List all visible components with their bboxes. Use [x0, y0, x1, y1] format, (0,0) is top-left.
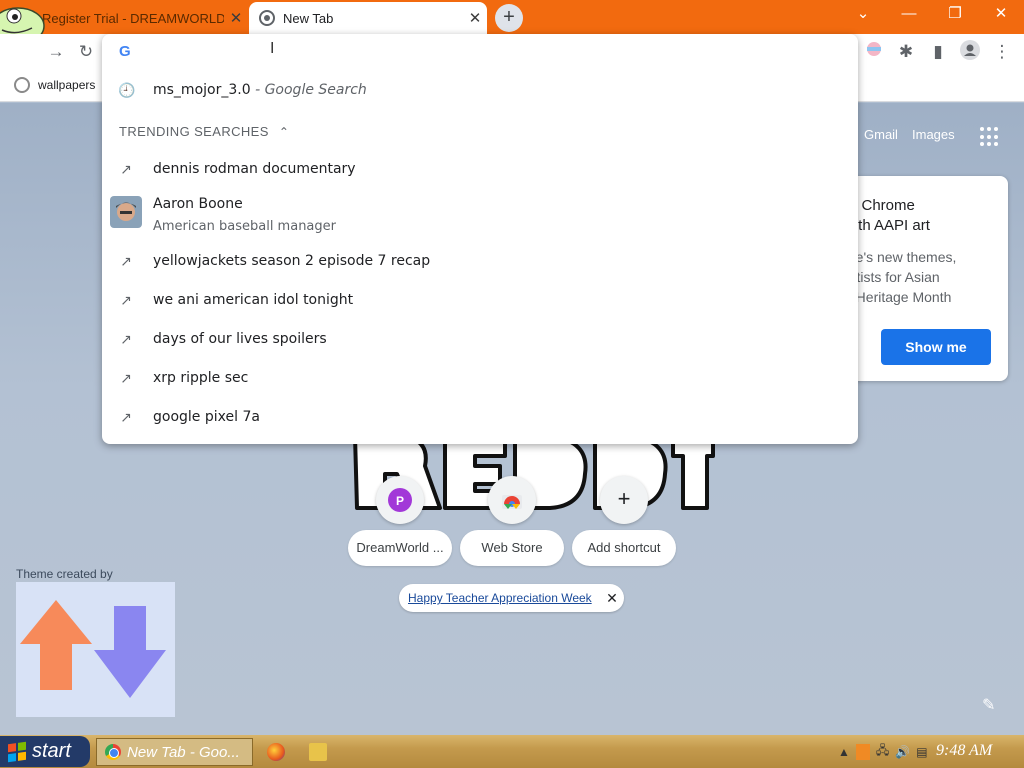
- windows-logo-icon: [8, 741, 26, 762]
- aaron-boone-thumbnail: [110, 196, 142, 228]
- close-tab-icon[interactable]: ✕: [463, 9, 487, 27]
- address-bar-input[interactable]: [142, 38, 842, 66]
- chrome-icon: [105, 744, 121, 760]
- bookmark-favicon-icon: [14, 77, 30, 93]
- title-bar: Register Trial - DREAMWORLD ✕ New Tab ✕ …: [0, 0, 1024, 44]
- entity-subtitle: American baseball manager: [153, 219, 336, 234]
- trending-suggestion[interactable]: ↗ yellowjackets season 2 episode 7 recap: [102, 241, 858, 280]
- bookmark-label: wallpapers: [38, 78, 96, 92]
- omnibox-dropdown: G I 🕘 ms_mojor_3.0 - Google Search TREND…: [102, 34, 858, 444]
- chrome-favicon-icon: [259, 10, 275, 26]
- entity-title: Aaron Boone: [153, 196, 243, 212]
- up-down-arrows-icon: [20, 600, 166, 698]
- extension-flag-icon[interactable]: [862, 40, 886, 64]
- show-hidden-icons-icon[interactable]: ▲: [838, 745, 850, 759]
- tab-label: New Tab: [283, 10, 334, 26]
- shortcut-webstore-label[interactable]: Web Store: [460, 530, 564, 566]
- doodle-share-chip: Happy Teacher Appreciation Week ✕: [399, 584, 624, 612]
- action-center-icon[interactable]: ▤: [916, 745, 927, 759]
- shortcut-dreamworld-label[interactable]: DreamWorld ...: [348, 530, 452, 566]
- images-link[interactable]: Images: [912, 127, 955, 142]
- forward-icon[interactable]: →: [44, 40, 68, 64]
- trending-arrow-icon: ↗: [120, 292, 132, 308]
- bookmark-wallpapers[interactable]: wallpapers: [14, 77, 95, 93]
- suggestion-text: google pixel 7a: [153, 409, 260, 425]
- text-cursor-icon: I: [270, 40, 275, 57]
- close-tab-icon[interactable]: ✕: [224, 9, 248, 27]
- suggestion-text: days of our lives spoilers: [153, 331, 327, 347]
- profile-avatar-icon[interactable]: [958, 40, 982, 64]
- trending-suggestion[interactable]: ↗ we ani american idol tonight: [102, 280, 858, 319]
- trending-arrow-icon: ↗: [120, 409, 132, 425]
- network-icon[interactable]: 🖧: [876, 741, 889, 762]
- trending-header-label: TRENDING SEARCHES: [119, 124, 269, 139]
- suggestion-text: yellowjackets season 2 episode 7 recap: [153, 253, 431, 269]
- trending-suggestion[interactable]: ↗ google pixel 7a: [102, 397, 858, 436]
- customize-pencil-icon[interactable]: ✎: [982, 695, 1002, 715]
- reload-icon[interactable]: ↻: [74, 40, 98, 64]
- close-icon[interactable]: ✕: [600, 590, 624, 607]
- close-window-button[interactable]: ✕: [978, 0, 1024, 30]
- taskbar: start New Tab - Goo... ▲ 🖧 🔊 ▤ 9:48 AM: [0, 735, 1024, 768]
- minimize-button[interactable]: —: [886, 0, 932, 30]
- dreamworld-favicon-icon: P: [388, 488, 412, 512]
- promo-title: ur Chrome with AAPI art: [844, 197, 930, 234]
- menu-kebab-icon[interactable]: ⋮: [990, 40, 1014, 64]
- theme-credit-label: Theme created by: [16, 567, 113, 581]
- google-g-icon: G: [119, 43, 131, 60]
- trending-arrow-icon: ↗: [120, 331, 132, 347]
- tab-register-trial[interactable]: Register Trial - DREAMWORLD ✕: [0, 2, 248, 44]
- system-tray: ▲ 🖧 🔊 ▤: [832, 735, 1024, 768]
- trending-header: TRENDING SEARCHES ⌃: [119, 124, 289, 139]
- chevron-up-icon[interactable]: ⌃: [279, 125, 289, 139]
- doodle-link[interactable]: Happy Teacher Appreciation Week: [408, 591, 600, 605]
- trending-arrow-icon: ↗: [120, 253, 132, 269]
- tab-label: Register Trial - DREAMWORLD: [42, 10, 224, 26]
- trending-arrow-icon: ↗: [120, 161, 132, 177]
- volume-icon[interactable]: 🔊: [895, 745, 910, 759]
- suggestion-text: we ani american idol tonight: [153, 292, 354, 308]
- new-tab-button[interactable]: +: [495, 4, 523, 32]
- firefox-icon[interactable]: [267, 743, 285, 761]
- taskbar-chrome-window[interactable]: New Tab - Goo...: [96, 738, 253, 766]
- history-clock-icon: 🕘: [118, 82, 136, 98]
- add-shortcut-tile[interactable]: +: [600, 476, 648, 524]
- promo-body: me's new themes, artists for Asian n Her…: [844, 249, 957, 305]
- tab-search-icon[interactable]: ⌄: [840, 0, 886, 30]
- theme-creator-image[interactable]: [16, 582, 175, 717]
- trending-suggestion[interactable]: ↗ xrp ripple sec: [102, 358, 858, 397]
- file-explorer-icon[interactable]: [309, 743, 327, 761]
- trending-arrow-icon: ↗: [120, 370, 132, 386]
- start-label: start: [32, 740, 71, 762]
- show-me-button[interactable]: Show me: [881, 329, 991, 365]
- suggestion-text: ms_mojor_3.0 - Google Search: [153, 82, 367, 98]
- restore-button[interactable]: ❐: [932, 0, 978, 30]
- gmail-link[interactable]: Gmail: [864, 127, 898, 142]
- java-update-icon[interactable]: [855, 743, 870, 760]
- shortcut-webstore-tile[interactable]: [488, 476, 536, 524]
- suggestion-text: xrp ripple sec: [153, 370, 249, 386]
- taskbar-clock[interactable]: 9:48 AM: [936, 742, 992, 760]
- shortcut-dreamworld-tile[interactable]: P: [376, 476, 424, 524]
- suggestion-history[interactable]: 🕘 ms_mojor_3.0 - Google Search: [102, 70, 858, 109]
- entity-suggestion[interactable]: Aaron Boone American baseball manager: [102, 190, 858, 238]
- taskbar-window-label: New Tab - Goo...: [127, 743, 240, 761]
- trending-suggestion[interactable]: ↗ dennis rodman documentary: [102, 149, 858, 188]
- tab-new-tab[interactable]: New Tab ✕: [249, 2, 487, 34]
- add-shortcut-label[interactable]: Add shortcut: [572, 530, 676, 566]
- svg-text:P: P: [396, 494, 404, 508]
- extensions-puzzle-icon[interactable]: ✱: [894, 40, 918, 64]
- side-panel-icon[interactable]: ▮: [926, 40, 950, 64]
- google-apps-icon[interactable]: [980, 127, 1000, 147]
- suggestion-text: dennis rodman documentary: [153, 161, 356, 177]
- trending-suggestion[interactable]: ↗ days of our lives spoilers: [102, 319, 858, 358]
- start-button[interactable]: start: [0, 736, 90, 767]
- webstore-icon: [502, 495, 522, 509]
